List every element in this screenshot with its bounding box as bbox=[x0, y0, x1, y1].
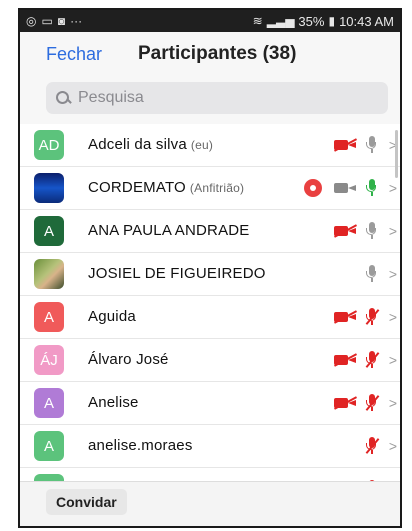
video-off-icon bbox=[333, 224, 358, 238]
participant-name-text: anelise.moraes bbox=[88, 437, 193, 454]
avatar: A bbox=[34, 388, 64, 418]
participant-name: Adceli da silva (eu) bbox=[88, 136, 213, 153]
close-button[interactable]: Fechar bbox=[46, 44, 102, 65]
search-area: Pesquisa bbox=[20, 76, 400, 124]
participant-name: ANA PAULA ANDRADE bbox=[88, 222, 250, 239]
participant-status-icons: > bbox=[333, 210, 398, 252]
profile-photo-avatar bbox=[34, 259, 64, 289]
participants-list: AD Adceli da silva (eu) > CORDEMATO (Anfitriã… bbox=[20, 124, 400, 511]
participant-status-icons: > bbox=[333, 296, 398, 338]
message-icon: ▭ bbox=[41, 14, 53, 28]
participant-row[interactable]: CORDEMATO (Anfitrião) > bbox=[20, 167, 400, 210]
avatar: A bbox=[34, 216, 64, 246]
recording-icon bbox=[304, 179, 322, 197]
participant-name-text: Aguida bbox=[88, 308, 136, 325]
participants-header: Fechar Participantes (38) bbox=[20, 32, 400, 76]
microphone-muted-icon bbox=[364, 308, 380, 326]
video-off-icon bbox=[333, 353, 358, 367]
participant-name: Álvaro José bbox=[88, 351, 169, 368]
participant-status-icons: > bbox=[333, 124, 398, 166]
chevron-right-icon[interactable]: > bbox=[388, 395, 398, 411]
participant-status-icons: > bbox=[333, 382, 398, 424]
chevron-right-icon[interactable]: > bbox=[388, 309, 398, 325]
participant-status-icons: > bbox=[333, 339, 398, 381]
microphone-icon bbox=[364, 222, 380, 240]
participant-name: CORDEMATO (Anfitrião) bbox=[88, 179, 244, 196]
status-right: ≋ ▂▃▅ 35% ▮ 10:43 AM bbox=[253, 14, 394, 29]
whatsapp-icon: ◎ bbox=[26, 14, 37, 28]
participant-row[interactable]: ÁJ Álvaro José > bbox=[20, 339, 400, 382]
chevron-right-icon[interactable]: > bbox=[388, 266, 398, 282]
participant-row[interactable]: A ANA PAULA ANDRADE > bbox=[20, 210, 400, 253]
signal-icon: ▂▃▅ bbox=[266, 14, 295, 28]
avatar: A bbox=[34, 431, 64, 461]
participant-role-tag: (Anfitrião) bbox=[189, 181, 245, 195]
microphone-icon bbox=[364, 136, 380, 154]
avatar: ÁJ bbox=[34, 345, 64, 375]
invite-button[interactable]: Convidar bbox=[46, 489, 127, 515]
avatar: AD bbox=[34, 130, 64, 160]
microphone-muted-icon bbox=[364, 394, 380, 412]
video-off-icon bbox=[333, 396, 358, 410]
battery-percent: 35% bbox=[298, 13, 325, 29]
battery-icon: ▮ bbox=[328, 14, 336, 28]
participant-name-text: Anelise bbox=[88, 394, 139, 411]
search-placeholder: Pesquisa bbox=[78, 89, 144, 106]
wifi-icon: ≋ bbox=[252, 14, 263, 28]
participant-name: JOSIEL DE FIGUEIREDO bbox=[88, 265, 266, 282]
participant-name: anelise.moraes bbox=[88, 437, 193, 454]
chevron-right-icon[interactable]: > bbox=[388, 352, 398, 368]
microphone-active-icon bbox=[364, 179, 380, 197]
participant-status-icons: > bbox=[364, 253, 398, 295]
participant-row[interactable]: A Anelise > bbox=[20, 382, 400, 425]
clock: 10:43 AM bbox=[339, 13, 394, 29]
host-logo-avatar bbox=[34, 173, 64, 203]
video-off-icon bbox=[333, 138, 358, 152]
status-bar: ◎ ▭ ◙ ··· ≋ ▂▃▅ 35% ▮ 10:43 AM bbox=[20, 10, 400, 32]
chevron-right-icon[interactable]: > bbox=[388, 223, 398, 239]
avatar: A bbox=[34, 302, 64, 332]
video-on-icon bbox=[334, 181, 356, 195]
more-dots-icon: ··· bbox=[70, 14, 83, 28]
participant-row[interactable]: AD Adceli da silva (eu) > bbox=[20, 124, 400, 167]
participant-row[interactable]: A Aguida > bbox=[20, 296, 400, 339]
microphone-muted-icon bbox=[364, 437, 380, 455]
footer-bar: Convidar bbox=[20, 481, 400, 526]
participant-name: Aguida bbox=[88, 308, 136, 325]
page-title: Participantes (38) bbox=[138, 43, 297, 64]
microphone-icon bbox=[364, 265, 380, 283]
participant-name-text: JOSIEL DE FIGUEIREDO bbox=[88, 265, 266, 282]
participant-name-text: Adceli da silva bbox=[88, 136, 187, 153]
search-input[interactable]: Pesquisa bbox=[46, 82, 388, 114]
chevron-right-icon[interactable]: > bbox=[388, 438, 398, 454]
participant-name-text: ANA PAULA ANDRADE bbox=[88, 222, 250, 239]
scrollbar[interactable] bbox=[395, 130, 398, 178]
participant-role-tag: (eu) bbox=[190, 138, 214, 152]
participant-name: Anelise bbox=[88, 394, 139, 411]
participant-row[interactable]: JOSIEL DE FIGUEIREDO > bbox=[20, 253, 400, 296]
participant-status-icons: > bbox=[304, 167, 398, 209]
participant-name-text: CORDEMATO bbox=[88, 179, 186, 196]
participant-name-text: Álvaro José bbox=[88, 351, 169, 368]
search-icon bbox=[56, 91, 72, 105]
instagram-icon: ◙ bbox=[57, 14, 66, 28]
microphone-muted-icon bbox=[364, 351, 380, 369]
status-left-icons: ◎ ▭ ◙ ··· bbox=[26, 14, 82, 28]
participant-row[interactable]: Aanelise.moraes > bbox=[20, 425, 400, 468]
participant-status-icons: > bbox=[364, 425, 398, 467]
video-off-icon bbox=[333, 310, 358, 324]
phone-screen: ◎ ▭ ◙ ··· ≋ ▂▃▅ 35% ▮ 10:43 AM Fechar Pa… bbox=[18, 8, 402, 528]
chevron-right-icon[interactable]: > bbox=[388, 180, 398, 196]
